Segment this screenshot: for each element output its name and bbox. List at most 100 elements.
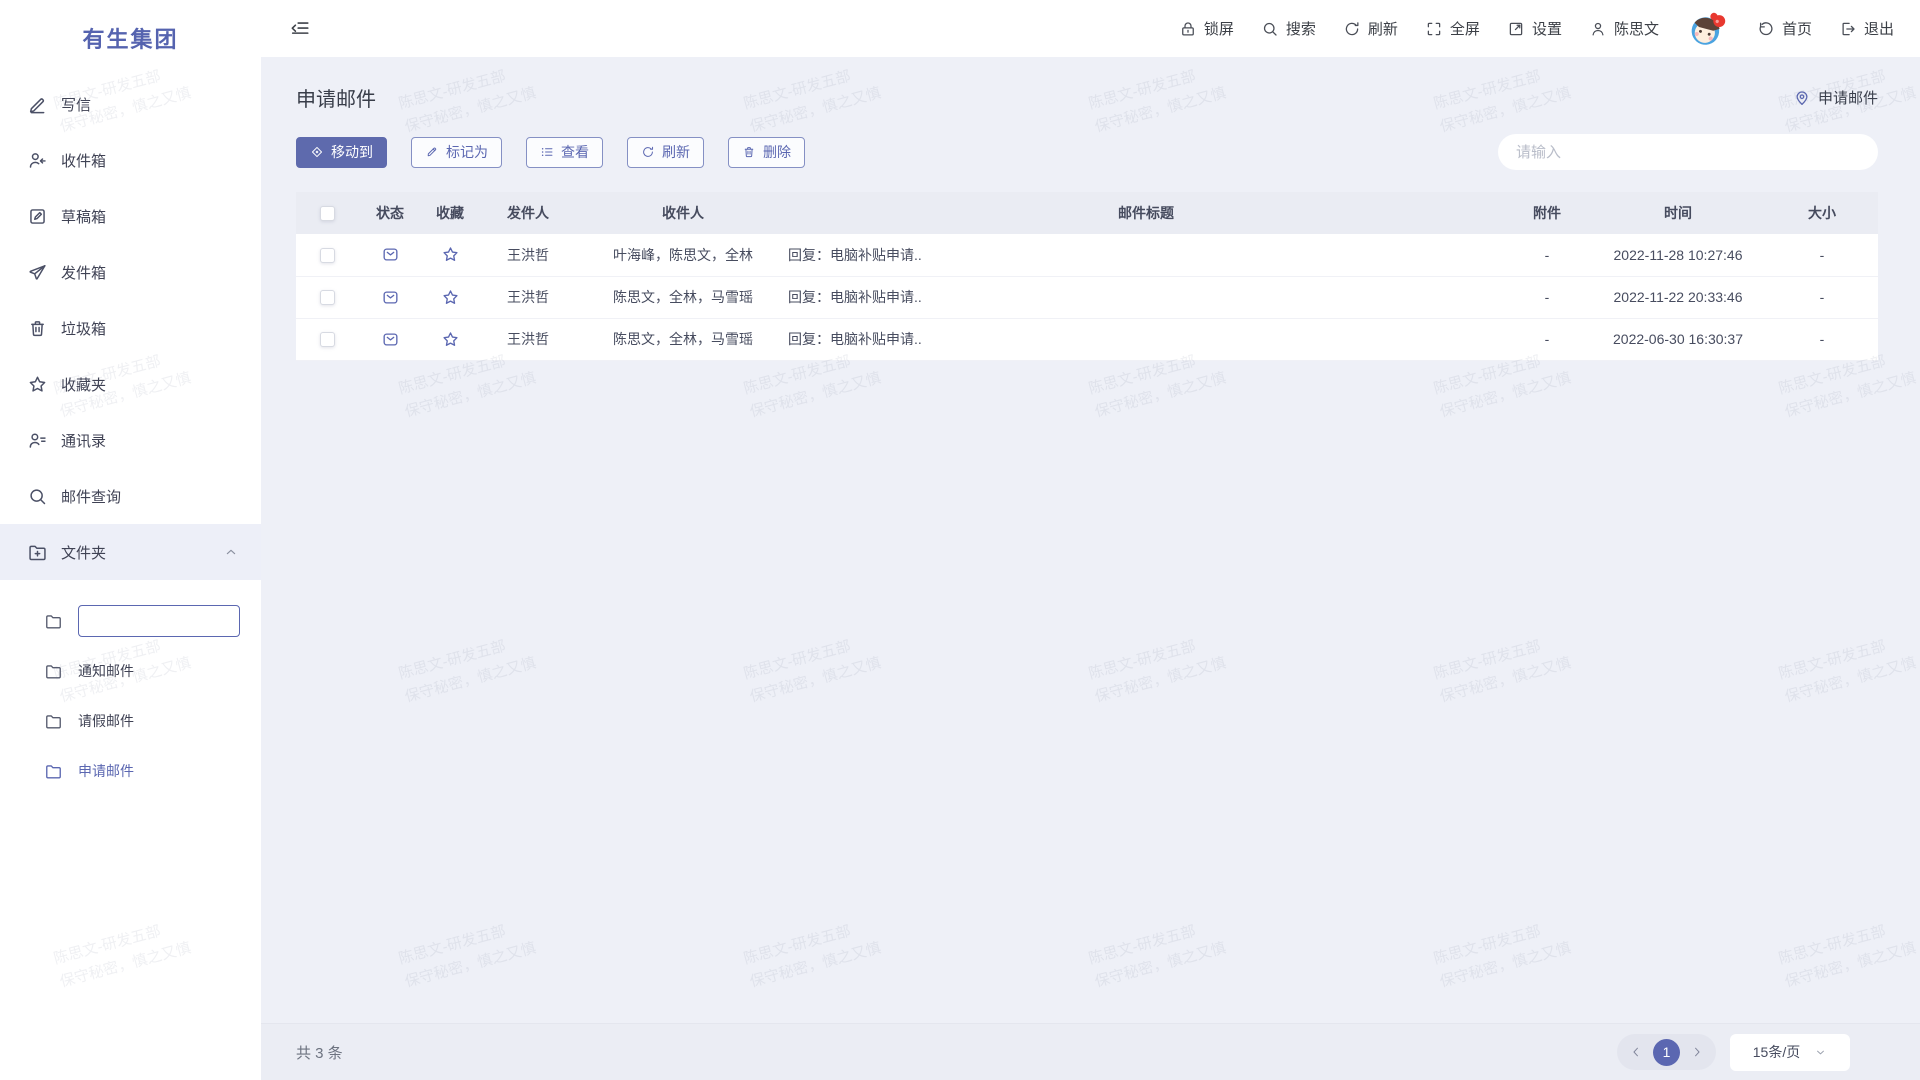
content-column: 锁屏 搜索 刷新 全屏 设置 xyxy=(261,0,1920,1080)
row-checkbox[interactable] xyxy=(320,332,335,347)
mail-open-icon[interactable] xyxy=(381,288,400,307)
time-cell: 2022-11-22 20:33:46 xyxy=(1590,276,1766,318)
draft-icon xyxy=(27,206,48,227)
current-user[interactable]: 陈思文 xyxy=(1589,18,1659,39)
page-head: 申请邮件 申请邮件 xyxy=(296,83,1878,112)
delete-label: 删除 xyxy=(763,142,791,162)
time-cell: 2022-11-28 10:27:46 xyxy=(1590,234,1766,276)
lock-icon xyxy=(1179,20,1197,38)
page-size-label: 15条/页 xyxy=(1753,1042,1800,1062)
mail-open-icon[interactable] xyxy=(381,330,400,349)
select-all-checkbox[interactable] xyxy=(320,206,335,221)
sidebar-item-folders[interactable]: 文件夹 xyxy=(0,524,261,580)
fullscreen-label: 全屏 xyxy=(1450,18,1480,39)
folder-item-application[interactable]: 申请邮件 xyxy=(0,746,261,796)
menu-fold-icon[interactable] xyxy=(289,18,311,40)
folder-item-leave[interactable]: 请假邮件 xyxy=(0,696,261,746)
row-checkbox[interactable] xyxy=(320,248,335,263)
folder-icon xyxy=(44,712,63,731)
star-icon[interactable] xyxy=(441,245,460,264)
star-icon[interactable] xyxy=(441,288,460,307)
star-icon[interactable] xyxy=(441,330,460,349)
breadcrumb-label: 申请邮件 xyxy=(1818,87,1878,108)
new-folder-input[interactable] xyxy=(78,605,240,637)
undo-home-icon xyxy=(1757,20,1775,38)
time-cell: 2022-06-30 16:30:37 xyxy=(1590,318,1766,360)
recipients-cell: 陈思文，全林，马雪瑶 xyxy=(578,276,788,318)
sidebar-item-mail-search[interactable]: 邮件查询 xyxy=(0,468,261,524)
size-cell: - xyxy=(1766,234,1878,276)
checkbox-cell xyxy=(296,276,358,318)
delete-button[interactable]: 删除 xyxy=(728,137,805,168)
table-row[interactable]: 王洪哲陈思文，全林，马雪瑶回复：电脑补贴申请..-2022-11-22 20:3… xyxy=(296,276,1878,318)
page-size-select[interactable]: 15条/页 xyxy=(1730,1034,1850,1071)
chevron-up-icon xyxy=(223,544,239,560)
attachment-cell: - xyxy=(1504,234,1590,276)
sidebar: 有生集团 写信 收件箱 草稿箱 发件箱 垃圾箱 收藏夹 通讯录 xyxy=(0,0,261,1080)
favorite-cell xyxy=(422,318,478,360)
sidebar-item-label: 收件箱 xyxy=(61,150,106,171)
attachment-cell: - xyxy=(1504,318,1590,360)
favorite-cell xyxy=(422,276,478,318)
inbox-icon xyxy=(27,150,48,171)
table-row[interactable]: 王洪哲陈思文，全林，马雪瑶回复：电脑补贴申请..-2022-06-30 16:3… xyxy=(296,318,1878,360)
sidebar-item-compose[interactable]: 写信 xyxy=(0,76,261,132)
sidebar-item-contacts[interactable]: 通讯录 xyxy=(0,412,261,468)
sidebar-item-label: 草稿箱 xyxy=(61,206,106,227)
topbar: 锁屏 搜索 刷新 全屏 设置 xyxy=(261,0,1920,57)
search-button[interactable]: 搜索 xyxy=(1261,18,1316,39)
folder-item-notice[interactable]: 通知邮件 xyxy=(0,646,261,696)
logout-icon xyxy=(1839,20,1857,38)
table-row[interactable]: 王洪哲叶海峰，陈思文，全林回复：电脑补贴申请..-2022-11-28 10:2… xyxy=(296,234,1878,276)
row-checkbox[interactable] xyxy=(320,290,335,305)
new-folder-row xyxy=(0,596,261,646)
view-button[interactable]: 查看 xyxy=(526,137,603,168)
folder-item-label: 请假邮件 xyxy=(78,711,134,731)
mark-as-button[interactable]: 标记为 xyxy=(411,137,502,168)
col-attachment: 附件 xyxy=(1504,192,1590,234)
sidebar-item-trash[interactable]: 垃圾箱 xyxy=(0,300,261,356)
username-label: 陈思文 xyxy=(1614,18,1659,39)
sender-cell: 王洪哲 xyxy=(478,234,578,276)
sidebar-item-drafts[interactable]: 草稿箱 xyxy=(0,188,261,244)
fullscreen-button[interactable]: 全屏 xyxy=(1425,18,1480,39)
sidebar-item-label: 通讯录 xyxy=(61,430,106,451)
refresh-list-button[interactable]: 刷新 xyxy=(627,137,704,168)
lock-screen-button[interactable]: 锁屏 xyxy=(1179,18,1234,39)
mail-search-input[interactable] xyxy=(1498,134,1878,170)
search-label: 搜索 xyxy=(1286,18,1316,39)
prev-page-button[interactable] xyxy=(1629,1045,1643,1059)
trash-icon xyxy=(742,145,756,159)
sidebar-item-sent[interactable]: 发件箱 xyxy=(0,244,261,300)
refresh-button[interactable]: 刷新 xyxy=(1343,18,1398,39)
status-cell xyxy=(358,276,422,318)
logout-button[interactable]: 退出 xyxy=(1839,18,1894,39)
page-number[interactable]: 1 xyxy=(1653,1039,1680,1066)
location-pin-icon xyxy=(1793,89,1811,107)
home-button[interactable]: 首页 xyxy=(1757,18,1812,39)
topbar-actions: 锁屏 搜索 刷新 全屏 设置 xyxy=(1179,7,1894,51)
sidebar-item-label: 写信 xyxy=(61,94,91,115)
pager: 1 xyxy=(1617,1034,1716,1070)
mail-open-icon[interactable] xyxy=(381,245,400,264)
toolbar: 移动到 标记为 查看 刷新 删除 xyxy=(296,134,1878,170)
folder-icon xyxy=(44,612,63,631)
checkbox-cell xyxy=(296,234,358,276)
settings-button[interactable]: 设置 xyxy=(1507,18,1562,39)
search-icon xyxy=(1261,20,1279,38)
sender-cell: 王洪哲 xyxy=(478,318,578,360)
next-page-button[interactable] xyxy=(1690,1045,1704,1059)
star-icon xyxy=(27,374,48,395)
avatar[interactable] xyxy=(1686,7,1730,51)
col-sender: 发件人 xyxy=(478,192,578,234)
col-time: 时间 xyxy=(1590,192,1766,234)
trash-icon xyxy=(27,318,48,339)
move-to-button[interactable]: 移动到 xyxy=(296,137,387,168)
logout-label: 退出 xyxy=(1864,18,1894,39)
marker-icon xyxy=(425,145,439,159)
breadcrumb[interactable]: 申请邮件 xyxy=(1793,87,1878,108)
home-label: 首页 xyxy=(1782,18,1812,39)
footer-bar: 共 3 条 1 15条/页 xyxy=(261,1023,1920,1080)
sidebar-item-favorites[interactable]: 收藏夹 xyxy=(0,356,261,412)
sidebar-item-inbox[interactable]: 收件箱 xyxy=(0,132,261,188)
